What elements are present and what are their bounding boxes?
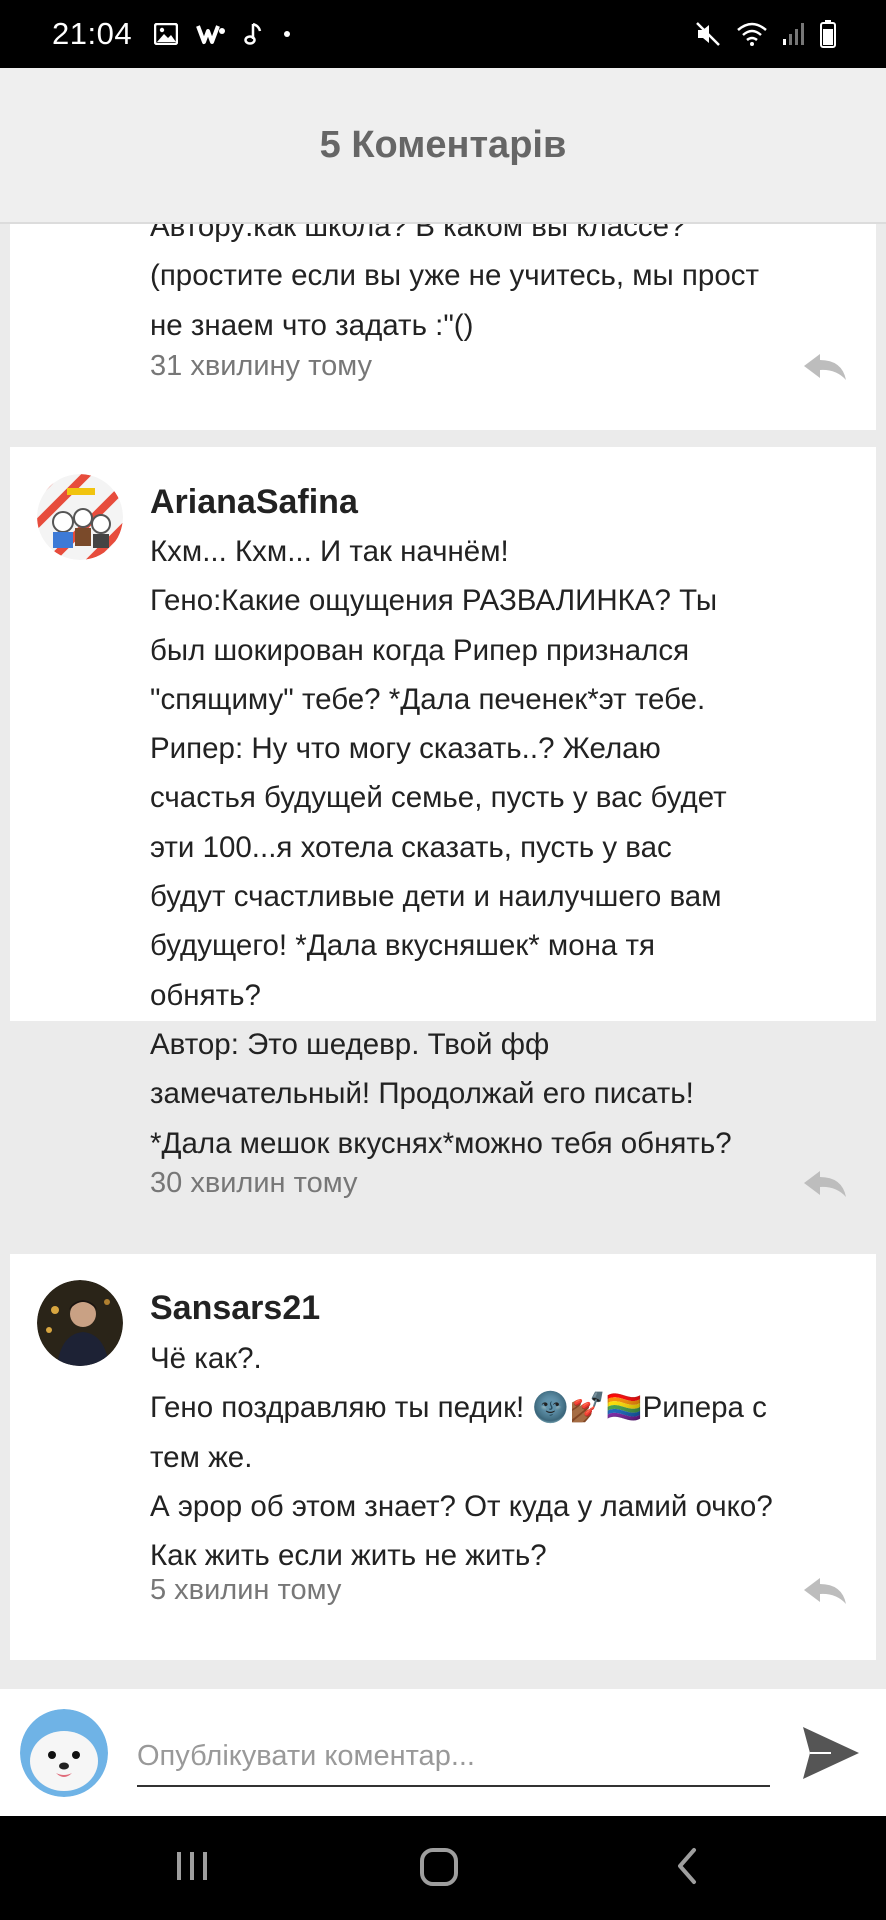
comment-text: Кхм... Кхм... И так начнём! Гено:Какие о…	[150, 527, 860, 1168]
gallery-icon	[154, 23, 179, 45]
dot-icon	[282, 29, 292, 39]
comment-line: замечательный! Продолжай его писать!	[150, 1077, 694, 1111]
comments-list[interactable]: Автору:как школа? В каком вы классе? (пр…	[10, 224, 876, 1689]
comment-line: Кхм... Кхм... И так начнём!	[150, 535, 509, 568]
comment-line: обнять?	[150, 978, 261, 1012]
comment-time: 5 хвилин тому	[150, 1574, 342, 1606]
music-note-icon	[244, 22, 264, 46]
comment-card: ArianaSafina Кхм... Кхм... И так начнём!…	[10, 447, 876, 1199]
page-title: 5 Коментарів	[319, 123, 567, 166]
comment-line: был шокирован когда Рипер признался	[150, 633, 690, 667]
system-nav-bar	[0, 1816, 886, 1920]
mute-icon	[694, 20, 722, 48]
comment-line: эти 100...я хотела сказать, пусть у вас	[150, 830, 672, 864]
reply-icon[interactable]	[802, 352, 848, 382]
comment-line: Автор: Это шедевр. Твой фф	[150, 1027, 550, 1061]
comment-line: (простите если вы уже не учитесь, мы про…	[150, 259, 759, 293]
comment-time: 31 хвилину тому	[150, 350, 372, 382]
user-avatar[interactable]	[20, 1709, 108, 1797]
comments-header: 5 Коментарів	[0, 68, 886, 224]
comment-card: Автору:как школа? В каком вы классе? (пр…	[10, 224, 876, 430]
back-icon[interactable]	[672, 1846, 702, 1886]
home-icon[interactable]	[418, 1846, 460, 1888]
status-left-icons	[154, 22, 292, 46]
comment-line: Гено:Какие ощущения РАЗВАЛИНКА? Ты	[150, 584, 718, 618]
battery-icon	[820, 20, 836, 48]
comment-line: Рипер: Ну что могу сказать..? Желаю	[150, 732, 661, 766]
comment-username[interactable]: ArianaSafina	[150, 483, 358, 522]
avatar[interactable]	[37, 474, 123, 560]
comment-composer	[0, 1689, 886, 1816]
status-right-icons	[694, 0, 836, 68]
comment-text: Чё как?. Гено поздравляю ты педик! 🌚💅🏾🏳️…	[150, 1334, 860, 1580]
comment-username[interactable]: Sansars21	[150, 1289, 320, 1328]
comment-line: тем же.	[150, 1440, 253, 1474]
wifi-icon	[736, 21, 768, 47]
comment-line: *Дала мешок вкуснях*можно тебя обнять?	[150, 1126, 732, 1160]
send-icon	[803, 1727, 859, 1779]
reply-icon[interactable]	[802, 1576, 848, 1606]
recents-icon[interactable]	[174, 1846, 210, 1886]
comment-line: Чё как?.	[150, 1342, 262, 1375]
comment-card: Sansars21 Чё как?. Гено поздравляю ты пе…	[10, 1254, 876, 1660]
status-bar: 21:04	[0, 0, 886, 68]
comment-line: "спящиму" тебе? *Дала печенек*эт тебе.	[150, 682, 706, 716]
avatar[interactable]	[37, 1280, 123, 1366]
comment-line: счастья будущей семье, пусть у вас будет	[150, 781, 727, 815]
comment-text: Автору:как школа? В каком вы классе? (пр…	[150, 224, 860, 350]
comment-line: Автору:как школа? В каком вы классе?	[150, 224, 686, 243]
comment-line: Гено поздравляю ты педик! 🌚💅🏾🏳️‍🌈Рипера …	[150, 1391, 767, 1425]
status-time: 21:04	[52, 16, 133, 51]
reply-icon[interactable]	[802, 1169, 848, 1199]
comment-input[interactable]	[137, 1727, 770, 1787]
comment-line: будут счастливые дети и наилучшего вам	[150, 880, 722, 914]
comment-time: 30 хвилин тому	[150, 1167, 358, 1199]
signal-icon	[782, 22, 806, 46]
comment-line: не знаем что задать :"()	[150, 308, 474, 342]
comment-line: А эрор об этом знает? От куда у ламий оч…	[150, 1489, 773, 1523]
comment-line: будущего! *Дала вкусняшек* мона тя	[150, 929, 655, 963]
w-app-icon	[196, 23, 226, 45]
send-button[interactable]	[799, 1721, 863, 1785]
